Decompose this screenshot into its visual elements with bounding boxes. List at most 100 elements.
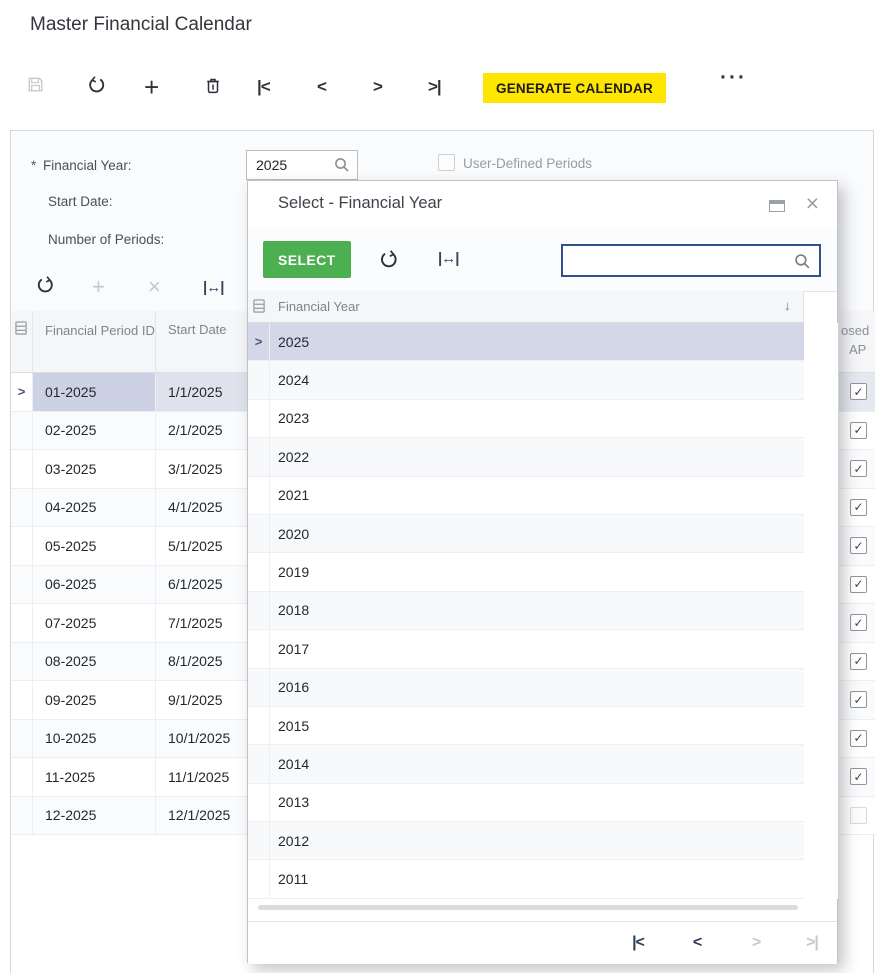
year-row[interactable]: 2024 <box>248 361 804 399</box>
cell-financial-year[interactable]: 2022 <box>270 438 804 475</box>
maximize-icon[interactable] <box>769 200 785 212</box>
cell-period-id[interactable]: 05-2025 <box>33 527 156 565</box>
grid-fit-width-button[interactable]: |↔| <box>203 274 223 300</box>
year-row[interactable]: 2023 <box>248 400 804 438</box>
year-row[interactable]: 2011 <box>248 860 804 898</box>
cell-period-id[interactable]: 06-2025 <box>33 566 156 604</box>
cell-period-id[interactable]: 07-2025 <box>33 604 156 642</box>
nav-next-button[interactable]: > <box>373 70 382 104</box>
closed-ap-checkbox[interactable]: ✓ <box>850 576 867 593</box>
cell-financial-year[interactable]: 2012 <box>270 822 804 859</box>
cell-start-date[interactable]: 1/1/2025 <box>156 373 248 411</box>
cell-period-id[interactable]: 09-2025 <box>33 681 156 719</box>
cell-financial-year[interactable]: 2014 <box>270 745 804 782</box>
closed-ap-checkbox[interactable]: ✓ <box>850 768 867 785</box>
cell-start-date[interactable]: 11/1/2025 <box>156 758 248 796</box>
table-row[interactable]: 03-20253/1/2025 <box>11 450 248 489</box>
closed-ap-checkbox[interactable]: ✓ <box>850 653 867 670</box>
financial-year-input[interactable] <box>247 151 340 179</box>
cell-financial-year[interactable]: 2016 <box>270 669 804 706</box>
close-icon[interactable]: × <box>806 190 819 217</box>
cell-period-id[interactable]: 10-2025 <box>33 720 156 758</box>
cell-financial-year[interactable]: 2015 <box>270 707 804 744</box>
year-row[interactable]: >2025 <box>248 323 804 361</box>
grid-refresh-button[interactable] <box>35 274 56 300</box>
delete-button[interactable] <box>203 70 223 104</box>
table-row[interactable]: 04-20254/1/2025 <box>11 489 248 528</box>
cell-start-date[interactable]: 8/1/2025 <box>156 643 248 681</box>
cell-financial-year[interactable]: 2019 <box>270 553 804 590</box>
cell-period-id[interactable]: 01-2025 <box>33 373 156 411</box>
table-row[interactable]: 09-20259/1/2025 <box>11 681 248 720</box>
table-row[interactable]: >01-20251/1/2025 <box>11 373 248 412</box>
table-row[interactable]: 08-20258/1/2025 <box>11 643 248 682</box>
nav-first-button[interactable]: |< <box>257 70 270 104</box>
nav-last-button[interactable]: >| <box>428 70 441 104</box>
year-row[interactable]: 2015 <box>248 707 804 745</box>
table-row[interactable]: 07-20257/1/2025 <box>11 604 248 643</box>
year-row[interactable]: 2012 <box>248 822 804 860</box>
table-row[interactable]: 06-20256/1/2025 <box>11 566 248 605</box>
table-row[interactable]: 12-202512/1/2025 <box>11 797 248 836</box>
cell-period-id[interactable]: 12-2025 <box>33 797 156 835</box>
closed-ap-checkbox[interactable] <box>850 807 867 824</box>
undo-button[interactable] <box>86 70 107 104</box>
year-row[interactable]: 2016 <box>248 669 804 707</box>
closed-ap-checkbox[interactable]: ✓ <box>850 499 867 516</box>
cell-start-date[interactable]: 7/1/2025 <box>156 604 248 642</box>
cell-financial-year[interactable]: 2023 <box>270 400 804 437</box>
cell-financial-year[interactable]: 2017 <box>270 630 804 667</box>
financial-year-field[interactable] <box>246 150 358 180</box>
dialog-fit-width-button[interactable]: |↔| <box>438 250 458 268</box>
cell-start-date[interactable]: 3/1/2025 <box>156 450 248 488</box>
closed-ap-checkbox[interactable]: ✓ <box>850 460 867 477</box>
cell-period-id[interactable]: 03-2025 <box>33 450 156 488</box>
cell-financial-year[interactable]: 2021 <box>270 477 804 514</box>
cell-start-date[interactable]: 9/1/2025 <box>156 681 248 719</box>
year-row[interactable]: 2014 <box>248 745 804 783</box>
closed-ap-checkbox[interactable]: ✓ <box>850 422 867 439</box>
table-row[interactable]: 05-20255/1/2025 <box>11 527 248 566</box>
year-row[interactable]: 2020 <box>248 515 804 553</box>
closed-ap-checkbox[interactable]: ✓ <box>850 537 867 554</box>
column-header-financial-year[interactable]: Financial Year <box>278 299 360 314</box>
cell-financial-year[interactable]: 2013 <box>270 784 804 821</box>
dialog-horizontal-scrollbar[interactable] <box>258 905 798 910</box>
more-actions-button[interactable]: ··· <box>720 66 747 90</box>
cell-financial-year[interactable]: 2025 <box>270 323 804 360</box>
closed-ap-checkbox[interactable]: ✓ <box>850 691 867 708</box>
cell-start-date[interactable]: 12/1/2025 <box>156 797 248 835</box>
cell-period-id[interactable]: 11-2025 <box>33 758 156 796</box>
page-first-button[interactable]: |< <box>626 931 650 955</box>
nav-prev-button[interactable]: < <box>317 70 326 104</box>
cell-financial-year[interactable]: 2024 <box>270 361 804 398</box>
table-row[interactable]: 10-202510/1/2025 <box>11 720 248 759</box>
cell-period-id[interactable]: 08-2025 <box>33 643 156 681</box>
closed-ap-checkbox[interactable]: ✓ <box>850 383 867 400</box>
cell-start-date[interactable]: 5/1/2025 <box>156 527 248 565</box>
table-row[interactable]: 02-20252/1/2025 <box>11 412 248 451</box>
select-button[interactable]: SELECT <box>263 241 351 278</box>
cell-start-date[interactable]: 4/1/2025 <box>156 489 248 527</box>
cell-start-date[interactable]: 10/1/2025 <box>156 720 248 758</box>
cell-start-date[interactable]: 6/1/2025 <box>156 566 248 604</box>
add-button[interactable]: + <box>144 70 159 104</box>
page-prev-button[interactable]: < <box>685 931 709 955</box>
cell-financial-year[interactable]: 2020 <box>270 515 804 552</box>
dialog-search-field[interactable] <box>561 244 821 277</box>
lookup-icon[interactable] <box>333 156 351 179</box>
cell-financial-year[interactable]: 2018 <box>270 592 804 629</box>
closed-ap-checkbox[interactable]: ✓ <box>850 614 867 631</box>
closed-ap-checkbox[interactable]: ✓ <box>850 730 867 747</box>
cell-financial-year[interactable]: 2011 <box>270 860 804 897</box>
cell-period-id[interactable]: 04-2025 <box>33 489 156 527</box>
year-row[interactable]: 2018 <box>248 592 804 630</box>
search-icon[interactable] <box>793 252 812 276</box>
year-row[interactable]: 2022 <box>248 438 804 476</box>
year-row[interactable]: 2017 <box>248 630 804 668</box>
user-defined-periods-checkbox[interactable] <box>438 154 455 171</box>
table-row[interactable]: 11-202511/1/2025 <box>11 758 248 797</box>
year-row[interactable]: 2019 <box>248 553 804 591</box>
dialog-search-input[interactable] <box>563 246 795 275</box>
dialog-refresh-button[interactable] <box>378 248 400 275</box>
